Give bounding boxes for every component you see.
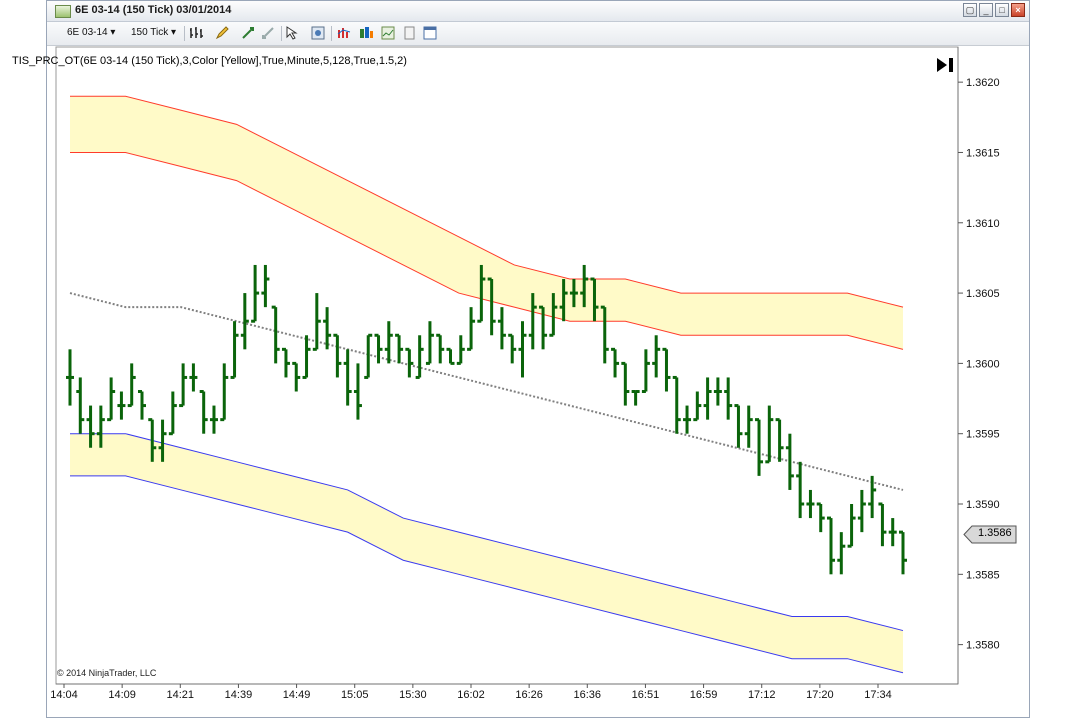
time-tick-label: 14:39 (225, 689, 253, 701)
last-price-value: 1.3586 (978, 527, 1012, 539)
time-tick-label: 16:36 (574, 689, 602, 701)
time-tick-label: 14:04 (50, 689, 78, 701)
time-tick-label: 16:26 (515, 689, 543, 701)
time-tick-label: 17:34 (864, 689, 892, 701)
time-tick-label: 17:20 (806, 689, 834, 701)
price-chart[interactable]: 1.3620 1.3615 1.3610 1.3605 1.3600 1.3595 1.35… (0, 0, 1080, 720)
copyright-text: © 2014 NinjaTrader, LLC (57, 668, 157, 678)
time-tick-label: 14:21 (167, 689, 195, 701)
price-tick-label: 1.3615 (966, 147, 1000, 159)
price-tick-label: 1.3585 (966, 569, 1000, 581)
indicator-label: TIS_PRC_OT(6E 03-14 (150 Tick),3,Color [… (12, 55, 407, 67)
time-tick-label: 16:51 (632, 689, 660, 701)
time-tick-label: 16:59 (690, 689, 718, 701)
price-tick-label: 1.3580 (966, 640, 1000, 652)
price-tick-label: 1.3595 (966, 429, 1000, 441)
price-tick-label: 1.3605 (966, 288, 1000, 300)
price-tick-label: 1.3590 (966, 499, 1000, 511)
price-tick-label: 1.3610 (966, 218, 1000, 230)
scroll-to-end-icon[interactable] (935, 56, 957, 74)
time-tick-label: 14:49 (283, 689, 311, 701)
price-tick-label: 1.3620 (966, 77, 1000, 89)
price-tick-label: 1.3600 (966, 358, 1000, 370)
time-tick-label: 17:12 (748, 689, 776, 701)
time-tick-label: 16:02 (457, 689, 485, 701)
time-tick-label: 15:05 (341, 689, 369, 701)
time-tick-label: 15:30 (399, 689, 427, 701)
time-tick-label: 14:09 (108, 689, 136, 701)
